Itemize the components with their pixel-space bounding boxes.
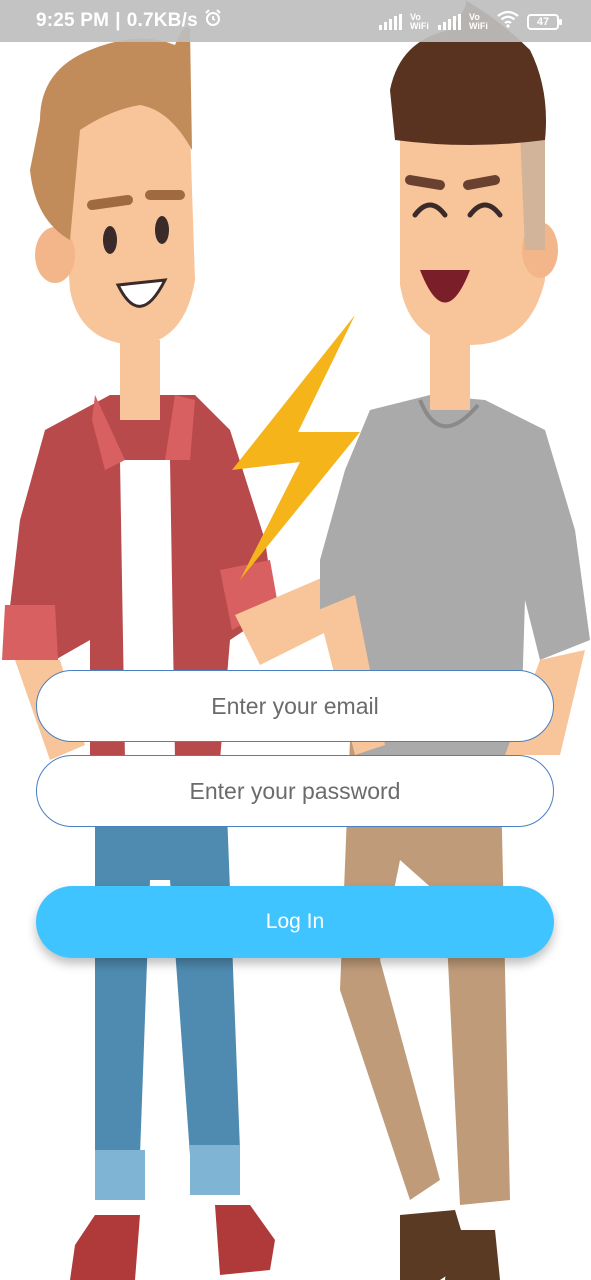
left-person-eye-right xyxy=(155,216,169,244)
email-field-container xyxy=(36,670,554,742)
cell-signal-icon-2 xyxy=(438,13,461,30)
vowifi-label-1: Vo WiFi xyxy=(410,11,429,31)
status-time: 9:25 PM xyxy=(36,10,110,31)
status-separator: | xyxy=(115,10,121,31)
left-person-shoe-right xyxy=(215,1205,275,1275)
right-person-shoe-right xyxy=(445,1230,500,1280)
left-person-eye-left xyxy=(103,226,117,254)
password-field-container xyxy=(36,755,554,827)
cell-signal-icon xyxy=(379,13,402,30)
left-person-left-cuff xyxy=(2,605,58,660)
left-person-cuff-left xyxy=(95,1150,145,1200)
password-field[interactable] xyxy=(60,776,530,806)
vowifi-label-2: Vo WiFi xyxy=(469,11,488,31)
right-person-brow-left xyxy=(405,175,445,190)
right-person-brow-right xyxy=(463,175,500,190)
battery-icon: 47 xyxy=(527,13,562,30)
wifi-icon xyxy=(497,10,519,33)
status-bar: 9:25 PM | 0.7KB/s Vo WiFi Vo WiFi 47 xyxy=(0,0,591,42)
login-button[interactable]: Log In xyxy=(36,886,554,958)
status-left: 9:25 PM | 0.7KB/s xyxy=(36,9,222,33)
left-person-neck xyxy=(120,340,160,420)
friends-illustration xyxy=(2,0,590,1280)
status-speed: 0.7KB/s xyxy=(126,10,198,31)
alarm-clock-icon xyxy=(204,9,222,33)
left-person-cuff-right xyxy=(190,1145,240,1195)
status-right: Vo WiFi Vo WiFi 47 xyxy=(379,10,562,33)
left-person-shoe-left xyxy=(70,1215,140,1280)
email-field[interactable] xyxy=(60,691,530,721)
login-screen: 9:25 PM | 0.7KB/s Vo WiFi Vo WiFi 47 Log… xyxy=(0,0,591,1280)
left-person-brow-left xyxy=(87,195,133,210)
